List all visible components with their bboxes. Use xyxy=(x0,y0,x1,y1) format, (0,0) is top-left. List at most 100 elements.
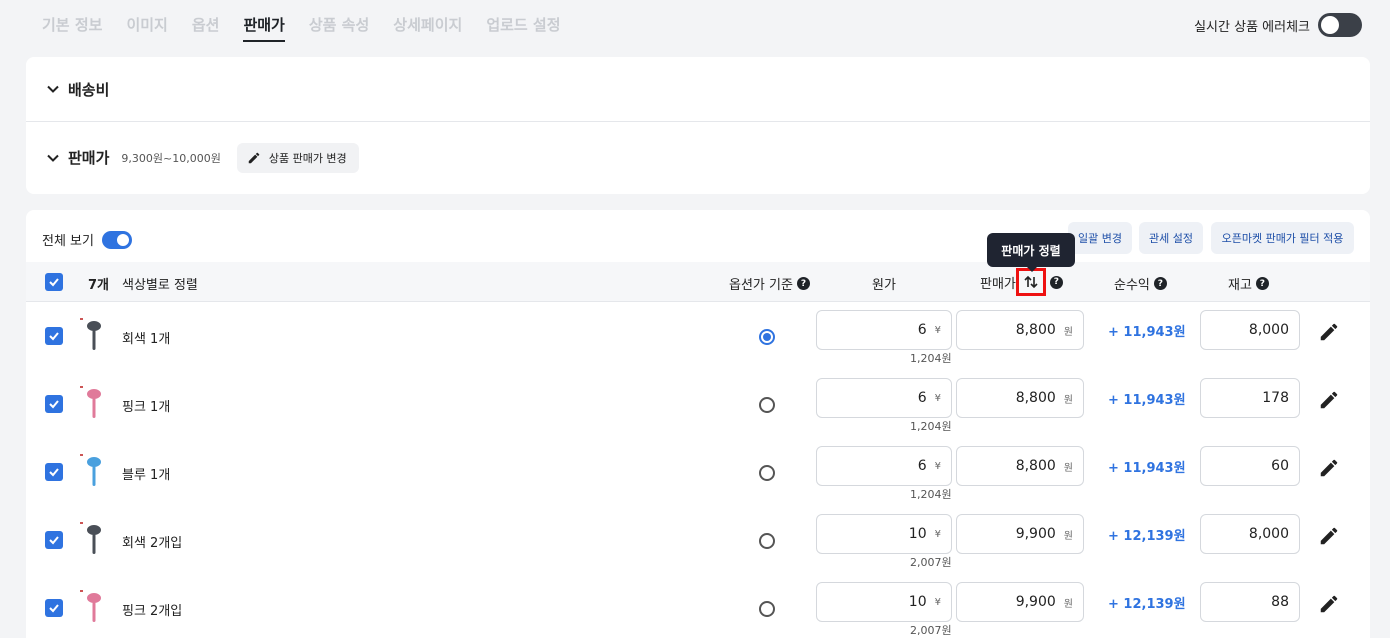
product-thumbnail xyxy=(80,386,101,418)
edit-pencil-icon[interactable] xyxy=(1318,389,1340,411)
brush-handle xyxy=(92,330,96,350)
profit-value: + 11,943원 xyxy=(1108,461,1186,476)
stock-input[interactable]: 8,000 xyxy=(1200,514,1300,554)
tag-mark xyxy=(80,318,83,320)
cost-input[interactable]: 6 ¥ xyxy=(816,310,952,350)
stock-input[interactable]: 60 xyxy=(1200,446,1300,486)
stock-input[interactable]: 88 xyxy=(1200,582,1300,622)
brush-handle xyxy=(92,534,96,554)
price-value: 8,800 xyxy=(1015,390,1056,406)
help-icon[interactable]: ? xyxy=(1153,277,1167,290)
brush-handle xyxy=(92,466,96,486)
option-name: 블루 1개 xyxy=(122,468,171,483)
price-input[interactable]: 9,900 원 xyxy=(956,582,1084,622)
profit-value: + 11,943원 xyxy=(1108,393,1186,408)
realtime-check: 실시간 상품 에러체크 xyxy=(1194,13,1362,37)
option-base-radio[interactable] xyxy=(759,533,775,549)
customs-settings-button[interactable]: 관세 설정 xyxy=(1139,222,1203,254)
cost-in-won: 2,007원 xyxy=(910,556,952,569)
top-tabs: 기본 정보 이미지 옵션 판매가 상품 속성 상세페이지 업로드 설정 xyxy=(42,14,585,42)
stock-value: 88 xyxy=(1271,594,1289,610)
price-range: 9,300원~10,000원 xyxy=(121,151,221,165)
cost-in-won: 1,204원 xyxy=(910,488,952,501)
check-icon xyxy=(49,332,59,341)
cost-input[interactable]: 6 ¥ xyxy=(816,378,952,418)
shipping-section-header[interactable]: 배송비 xyxy=(26,57,1370,121)
brush-head xyxy=(87,389,101,399)
row-checkbox[interactable] xyxy=(45,395,63,413)
tab-basic-info[interactable]: 기본 정보 xyxy=(42,14,102,42)
option-name: 회색 2개입 xyxy=(122,536,183,551)
yen-unit: ¥ xyxy=(934,324,941,336)
chevron-down-icon xyxy=(47,154,59,162)
check-icon xyxy=(49,400,59,409)
price-value: 9,900 xyxy=(1015,526,1056,542)
help-icon[interactable]: ? xyxy=(1255,277,1269,290)
price-table-card: 전체 보기 일괄 변경 관세 설정 오픈마켓 판매가 필터 적용 판매가 정렬 … xyxy=(26,210,1370,638)
cost-value: 6 xyxy=(917,322,927,338)
option-base-radio[interactable] xyxy=(759,465,775,481)
check-icon xyxy=(49,536,59,545)
edit-pencil-icon[interactable] xyxy=(1318,593,1340,615)
tab-detail-page[interactable]: 상세페이지 xyxy=(393,14,462,42)
change-price-button[interactable]: 상품 판매가 변경 xyxy=(236,142,359,173)
won-unit: 원 xyxy=(1063,462,1073,474)
option-name: 핑크 1개 xyxy=(122,400,171,415)
help-icon[interactable]: ? xyxy=(796,277,810,290)
edit-pencil-icon[interactable] xyxy=(1318,321,1340,343)
yen-unit: ¥ xyxy=(934,596,941,608)
cost-value: 6 xyxy=(917,390,927,406)
row-checkbox[interactable] xyxy=(45,599,63,617)
realtime-check-label: 실시간 상품 에러체크 xyxy=(1194,19,1310,35)
stock-value: 8,000 xyxy=(1248,322,1289,338)
help-icon[interactable]: ? xyxy=(1049,275,1063,289)
tag-mark xyxy=(80,590,83,592)
bulk-change-button[interactable]: 일괄 변경 xyxy=(1068,222,1132,254)
edit-pencil-icon[interactable] xyxy=(1318,525,1340,547)
stock-input[interactable]: 178 xyxy=(1200,378,1300,418)
option-base-radio[interactable] xyxy=(759,397,775,413)
row-checkbox[interactable] xyxy=(45,463,63,481)
tab-price[interactable]: 판매가 xyxy=(243,14,285,42)
price-section-header[interactable]: 판매가 9,300원~10,000원 상품 판매가 변경 xyxy=(26,121,1370,193)
profit-value: + 12,139원 xyxy=(1108,597,1186,612)
realtime-check-toggle[interactable] xyxy=(1318,13,1362,37)
price-input[interactable]: 9,900 원 xyxy=(956,514,1084,554)
tab-upload-settings[interactable]: 업로드 설정 xyxy=(486,14,560,42)
profit-header: 순수익 ? xyxy=(1114,274,1167,293)
row-checkbox[interactable] xyxy=(45,327,63,345)
view-all: 전체 보기 xyxy=(42,230,132,249)
brush-head xyxy=(87,321,101,331)
brush-head xyxy=(87,457,101,467)
option-base-radio[interactable] xyxy=(759,329,775,345)
pencil-icon xyxy=(248,152,260,163)
row-checkbox[interactable] xyxy=(45,531,63,549)
tab-image[interactable]: 이미지 xyxy=(126,14,167,42)
price-value: 9,900 xyxy=(1015,594,1056,610)
profit-header-label: 순수익 xyxy=(1114,278,1150,293)
stock-input[interactable]: 8,000 xyxy=(1200,310,1300,350)
price-input[interactable]: 8,800 원 xyxy=(956,378,1084,418)
table-row: 회색 1개 6 ¥1,204원 8,800 원 + 11,943원 8,000 xyxy=(26,302,1370,370)
edit-pencil-icon[interactable] xyxy=(1318,457,1340,479)
table-header: 7개 색상별로 정렬 옵션가 기준 ? 원가 판매가 ? 순수익 ? 재고 ? xyxy=(26,262,1370,302)
sort-icon[interactable] xyxy=(1015,268,1046,296)
table-row: 회색 2개입 10 ¥2,007원 9,900 원 + 12,139원 8,000 xyxy=(26,506,1370,574)
sort-tooltip: 판매가 정렬 xyxy=(987,233,1075,272)
cost-input[interactable]: 6 ¥ xyxy=(816,446,952,486)
product-thumbnail xyxy=(80,318,101,350)
tab-option[interactable]: 옵션 xyxy=(192,14,220,42)
cost-input[interactable]: 10 ¥ xyxy=(816,514,952,554)
product-thumbnail xyxy=(80,454,101,486)
option-base-radio[interactable] xyxy=(759,601,775,617)
price-input[interactable]: 8,800 원 xyxy=(956,446,1084,486)
price-input[interactable]: 8,800 원 xyxy=(956,310,1084,350)
cost-input[interactable]: 10 ¥ xyxy=(816,582,952,622)
tab-attributes[interactable]: 상품 속성 xyxy=(309,14,369,42)
color-sort-label[interactable]: 색상별로 정렬 xyxy=(122,274,198,293)
openmarket-filter-button[interactable]: 오픈마켓 판매가 필터 적용 xyxy=(1211,222,1354,254)
select-all-checkbox[interactable] xyxy=(45,273,63,291)
cost-in-won: 1,204원 xyxy=(910,352,952,365)
brush-handle xyxy=(92,398,96,418)
view-all-toggle[interactable] xyxy=(101,230,132,249)
